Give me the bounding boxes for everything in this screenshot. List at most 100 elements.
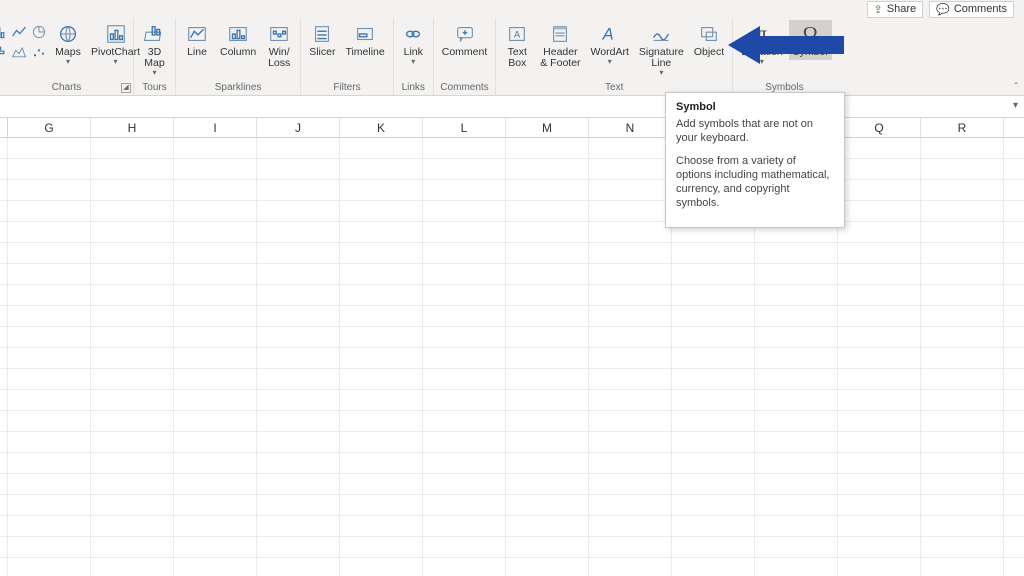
- cell[interactable]: [755, 327, 838, 347]
- cell[interactable]: [340, 348, 423, 368]
- cell[interactable]: [506, 264, 589, 284]
- grid-row[interactable]: [0, 474, 1024, 495]
- cell[interactable]: [921, 432, 1004, 452]
- cell[interactable]: [838, 411, 921, 431]
- cell[interactable]: [838, 474, 921, 494]
- cell[interactable]: [838, 537, 921, 557]
- cell[interactable]: [340, 159, 423, 179]
- cell[interactable]: [8, 537, 91, 557]
- cell[interactable]: [838, 201, 921, 221]
- cell[interactable]: [8, 348, 91, 368]
- cell[interactable]: [589, 537, 672, 557]
- cell[interactable]: [838, 516, 921, 536]
- cell[interactable]: [921, 495, 1004, 515]
- dialog-launcher-charts[interactable]: ◢: [121, 83, 131, 93]
- cell[interactable]: [672, 243, 755, 263]
- cell[interactable]: [838, 285, 921, 305]
- cell[interactable]: [8, 180, 91, 200]
- cell[interactable]: [257, 537, 340, 557]
- cell[interactable]: [8, 138, 91, 158]
- cell[interactable]: [91, 201, 174, 221]
- cell[interactable]: [838, 180, 921, 200]
- grid-row[interactable]: [0, 516, 1024, 537]
- cell[interactable]: [589, 327, 672, 347]
- cell[interactable]: [921, 243, 1004, 263]
- cell[interactable]: [921, 180, 1004, 200]
- link-button[interactable]: Link ▾: [396, 20, 430, 68]
- cell[interactable]: [672, 474, 755, 494]
- cell[interactable]: [755, 537, 838, 557]
- grid-row[interactable]: [0, 369, 1024, 390]
- cell[interactable]: [91, 516, 174, 536]
- cell[interactable]: [921, 516, 1004, 536]
- cell[interactable]: [672, 327, 755, 347]
- cell[interactable]: [257, 306, 340, 326]
- cell[interactable]: [672, 432, 755, 452]
- cell[interactable]: [91, 474, 174, 494]
- col-header[interactable]: R: [921, 118, 1004, 137]
- cell[interactable]: [423, 159, 506, 179]
- cell[interactable]: [921, 327, 1004, 347]
- cell[interactable]: [174, 432, 257, 452]
- col-header[interactable]: H: [91, 118, 174, 137]
- col-header[interactable]: Q: [838, 118, 921, 137]
- cell[interactable]: [8, 390, 91, 410]
- cell[interactable]: [589, 222, 672, 242]
- cell[interactable]: [921, 558, 1004, 576]
- cell[interactable]: [506, 285, 589, 305]
- cell[interactable]: [91, 369, 174, 389]
- cell[interactable]: [91, 306, 174, 326]
- col-header[interactable]: N: [589, 118, 672, 137]
- cell[interactable]: [257, 348, 340, 368]
- cell[interactable]: [506, 180, 589, 200]
- cell[interactable]: [8, 453, 91, 473]
- cell[interactable]: [257, 495, 340, 515]
- cell[interactable]: [174, 348, 257, 368]
- cell[interactable]: [921, 285, 1004, 305]
- cell[interactable]: [589, 516, 672, 536]
- col-header[interactable]: K: [340, 118, 423, 137]
- cell[interactable]: [921, 306, 1004, 326]
- grid-row[interactable]: [0, 348, 1024, 369]
- cell[interactable]: [589, 159, 672, 179]
- cell[interactable]: [257, 369, 340, 389]
- expand-formula-bar-button[interactable]: ▾: [1013, 100, 1018, 111]
- worksheet-grid[interactable]: G H I J K L M N O P Q R: [0, 118, 1024, 576]
- cell[interactable]: [91, 432, 174, 452]
- cell[interactable]: [174, 264, 257, 284]
- cell[interactable]: [340, 264, 423, 284]
- cell[interactable]: [423, 411, 506, 431]
- cell[interactable]: [506, 390, 589, 410]
- cell[interactable]: [589, 348, 672, 368]
- cell[interactable]: [506, 348, 589, 368]
- cell[interactable]: [257, 453, 340, 473]
- cell[interactable]: [423, 306, 506, 326]
- grid-row[interactable]: [0, 264, 1024, 285]
- cell[interactable]: [257, 243, 340, 263]
- cell[interactable]: [672, 495, 755, 515]
- cell[interactable]: [340, 306, 423, 326]
- cell[interactable]: [174, 138, 257, 158]
- cell[interactable]: [755, 348, 838, 368]
- grid-row[interactable]: [0, 180, 1024, 201]
- cell[interactable]: [838, 558, 921, 576]
- wordart-button[interactable]: A WordArt ▾: [587, 20, 633, 68]
- formula-bar[interactable]: ▾: [0, 96, 1024, 118]
- cell[interactable]: [672, 558, 755, 576]
- sparkline-winloss-button[interactable]: Win/ Loss: [262, 20, 296, 71]
- cell[interactable]: [921, 411, 1004, 431]
- cell[interactable]: [423, 369, 506, 389]
- cell[interactable]: [174, 201, 257, 221]
- cell[interactable]: [340, 390, 423, 410]
- cell[interactable]: [506, 201, 589, 221]
- cell[interactable]: [174, 516, 257, 536]
- grid-row[interactable]: [0, 537, 1024, 558]
- cell[interactable]: [506, 369, 589, 389]
- cell[interactable]: [423, 327, 506, 347]
- cell[interactable]: [8, 474, 91, 494]
- cell[interactable]: [755, 411, 838, 431]
- cell[interactable]: [423, 558, 506, 576]
- cell[interactable]: [257, 327, 340, 347]
- cell[interactable]: [91, 390, 174, 410]
- cell[interactable]: [8, 159, 91, 179]
